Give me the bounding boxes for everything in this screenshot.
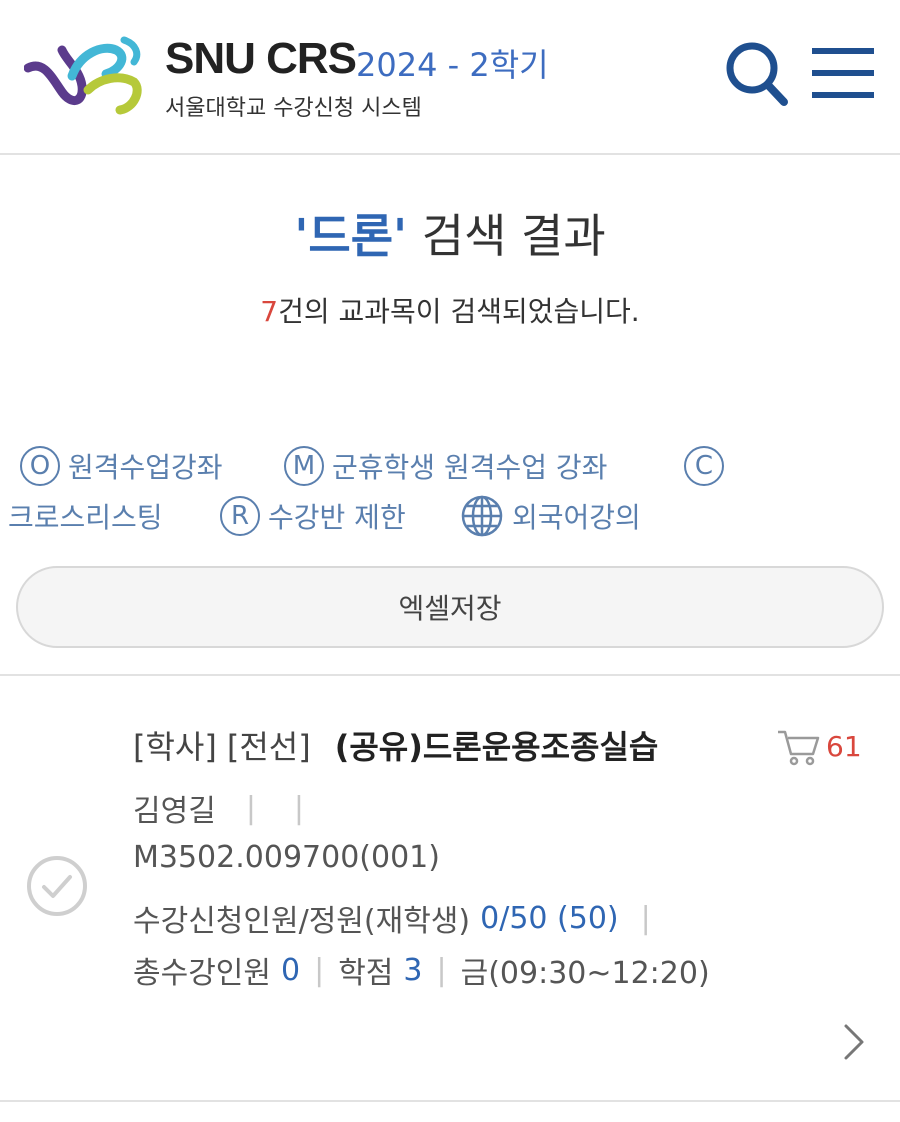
search-result-title: '드론' 검색 결과 bbox=[0, 200, 900, 266]
course-detail-row: 총수강인원 0 | 학점 3 | 금(09:30~12:20) bbox=[133, 948, 710, 992]
separator: | bbox=[245, 790, 256, 826]
excel-export-button[interactable]: 엑셀저장 bbox=[16, 566, 884, 648]
total-enrolled-value: 0 bbox=[281, 952, 301, 988]
section-divider bbox=[0, 674, 900, 676]
result-title-suffix: 검색 결과 bbox=[407, 209, 606, 263]
search-icon[interactable] bbox=[722, 38, 790, 108]
remote-class-icon: O bbox=[20, 446, 60, 486]
credit-value: 3 bbox=[403, 952, 423, 988]
hamburger-menu-icon[interactable] bbox=[812, 46, 874, 100]
course-code: M3502.009700(001) bbox=[133, 840, 440, 875]
course-code-row: M3502.009700(001) bbox=[133, 840, 440, 875]
shopping-cart-icon bbox=[778, 730, 820, 766]
semester-label: 2024 - 2학기 bbox=[356, 46, 549, 84]
result-count-text: 7건의 교과목이 검색되었습니다. bbox=[0, 290, 900, 330]
separator: | bbox=[640, 900, 651, 936]
legend-cross-listing-badge: C bbox=[684, 446, 732, 486]
restricted-section-icon: R bbox=[220, 496, 260, 536]
result-count-suffix: 건의 교과목이 검색되었습니다. bbox=[278, 295, 640, 328]
section-divider bbox=[0, 1100, 900, 1102]
cross-listing-icon: C bbox=[684, 446, 724, 486]
legend-military-remote: M 군휴학생 원격수업 강좌 bbox=[284, 446, 607, 486]
enrollment-label: 수강신청인원/정원(재학생) bbox=[133, 904, 471, 939]
separator: | bbox=[436, 952, 447, 988]
professor-row: 김영길 | | bbox=[133, 786, 318, 830]
legend-label: 원격수업강좌 bbox=[68, 451, 223, 484]
chevron-right-icon[interactable] bbox=[838, 1020, 868, 1064]
globe-icon bbox=[461, 495, 503, 537]
brand-subtitle: 서울대학교 수강신청 시스템 bbox=[165, 96, 422, 121]
legend-cross-listing: 크로스리스팅 bbox=[8, 496, 163, 536]
program-tag: [학사] bbox=[133, 728, 217, 766]
class-schedule: 금(09:30~12:20) bbox=[460, 956, 710, 991]
legend-label: 크로스리스팅 bbox=[8, 501, 163, 534]
course-type-tag: [전선] bbox=[226, 728, 311, 766]
legend-remote-class: O 원격수업강좌 bbox=[20, 446, 223, 486]
course-title-row: [학사] [전선] (공유)드론운용조종실습 bbox=[133, 722, 658, 768]
credit-label: 학점 bbox=[338, 956, 394, 991]
professor-name: 김영길 bbox=[133, 794, 216, 829]
cart-count: 61 bbox=[826, 729, 862, 763]
legend-label: 군휴학생 원격수업 강좌 bbox=[332, 451, 608, 484]
enrollment-row: 수강신청인원/정원(재학생) 0/50 (50) | bbox=[133, 896, 665, 940]
enrollment-value: 0/50 (50) bbox=[480, 900, 619, 936]
separator: | bbox=[314, 952, 325, 988]
legend-foreign-language: 외국어강의 bbox=[460, 494, 641, 538]
legend-label: 수강반 제한 bbox=[268, 501, 406, 534]
brand-title: SNU CRS bbox=[165, 34, 357, 83]
check-circle-icon[interactable] bbox=[26, 855, 88, 917]
result-count-number: 7 bbox=[260, 295, 279, 328]
separator: | bbox=[293, 790, 305, 826]
snu-crs-logo[interactable] bbox=[24, 30, 144, 116]
course-name[interactable]: (공유)드론운용조종실습 bbox=[335, 722, 659, 768]
app-header: SNU CRS 2024 - 2학기 서울대학교 수강신청 시스템 bbox=[0, 0, 900, 155]
legend-restricted-section: R 수강반 제한 bbox=[220, 496, 406, 536]
total-enrolled-label: 총수강인원 bbox=[133, 956, 271, 991]
cart-indicator[interactable]: 61 bbox=[776, 726, 862, 766]
legend-label: 외국어강의 bbox=[512, 501, 641, 534]
search-keyword: '드론' bbox=[294, 209, 408, 263]
military-remote-icon: M bbox=[284, 446, 324, 486]
